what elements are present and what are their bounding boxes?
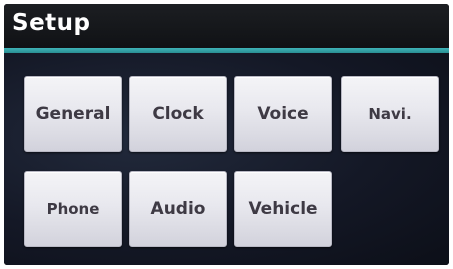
vehicle-button[interactable]: Vehicle bbox=[234, 171, 332, 247]
page-title: Setup bbox=[12, 10, 91, 36]
general-button[interactable]: General bbox=[24, 76, 122, 152]
header-bar: Setup bbox=[4, 4, 449, 48]
phone-button[interactable]: Phone bbox=[24, 171, 122, 247]
setup-screen: Setup General Clock Voice Navi. Phone Au… bbox=[4, 4, 449, 265]
audio-button[interactable]: Audio bbox=[129, 171, 227, 247]
clock-button[interactable]: Clock bbox=[129, 76, 227, 152]
voice-button[interactable]: Voice bbox=[234, 76, 332, 152]
navi-button[interactable]: Navi. bbox=[341, 76, 439, 152]
menu-panel: General Clock Voice Navi. Phone Audio Ve… bbox=[4, 53, 449, 265]
